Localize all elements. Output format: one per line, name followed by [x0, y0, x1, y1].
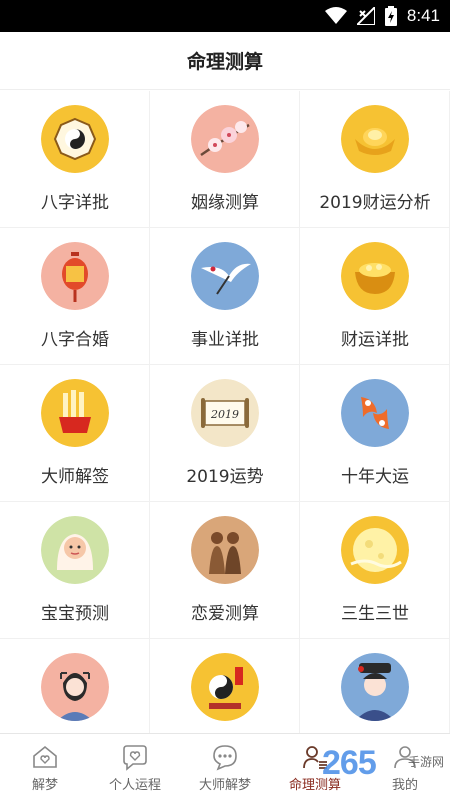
koi-fish-icon — [341, 379, 409, 447]
taiji-book-icon — [191, 653, 259, 721]
grid-item-master-oracle[interactable]: 大师解签 — [0, 365, 150, 502]
status-bar: 8:41 — [0, 0, 450, 32]
house-heart-icon — [33, 745, 57, 768]
grid-item-bazi-match[interactable]: 八字合婚 — [0, 228, 150, 365]
grid-item-career-detail[interactable]: 事业详批 — [150, 228, 300, 365]
crane-icon — [191, 242, 259, 310]
grid-item-label: 2019运势 — [186, 467, 264, 487]
tab-personal-fortune[interactable]: 个人运程 — [90, 734, 180, 799]
grid-item-marriage-reading[interactable]: 姻缘测算 — [150, 91, 300, 228]
grid-item-ten-year-fortune[interactable]: 十年大运 — [300, 365, 450, 502]
feature-grid: 八字详批 姻缘测算 2019财运分析 八字合婚 事业详批 财运详批 大师解签 2… — [0, 91, 450, 733]
site-watermark: 265 手游网 — [322, 744, 450, 794]
grid-item-label: 2019财运分析 — [319, 193, 431, 213]
grid-item-label: 八字详批 — [41, 193, 109, 213]
scroll-icon: 2019 — [191, 379, 259, 447]
moon-icon — [341, 516, 409, 584]
svg-text:2019: 2019 — [210, 408, 239, 421]
wifi-icon — [324, 7, 347, 24]
grid-item-baby-prediction[interactable]: 宝宝预测 — [0, 502, 150, 639]
watermark-number: 265 — [322, 744, 377, 782]
grid-item-label: 大师解签 — [41, 467, 109, 487]
plum-blossom-icon — [191, 105, 259, 173]
status-icons: 8:41 — [324, 0, 440, 32]
couple-icon — [191, 516, 259, 584]
gold-ingot-icon — [341, 105, 409, 173]
grid-item-fortune-2019[interactable]: 2019 2019运势 — [150, 365, 300, 502]
app-header: 命理测算 — [0, 32, 450, 90]
grid-item-label: 十年大运 — [341, 467, 409, 487]
qing-lady-icon — [341, 653, 409, 721]
watermark-site: 手游网 — [408, 755, 445, 769]
grid-item-wealth-2019[interactable]: 2019财运分析 — [300, 91, 450, 228]
tab-label: 解梦 — [31, 778, 58, 793]
grid-item-taiji[interactable] — [150, 639, 300, 733]
grid-item-face-reading[interactable] — [0, 639, 150, 733]
grid-item-qing-lady[interactable] — [300, 639, 450, 733]
battery-charging-icon — [384, 6, 397, 26]
status-time: 8:41 — [406, 6, 440, 25]
grid-item-label: 恋爱测算 — [191, 604, 259, 624]
tab-label: 大师解梦 — [198, 778, 251, 793]
tab-dream[interactable]: 解梦 — [0, 734, 90, 799]
heart-chat-icon — [123, 745, 147, 771]
page-title: 命理测算 — [186, 51, 263, 73]
bagua-icon — [41, 105, 109, 173]
grid-item-label: 姻缘测算 — [191, 193, 259, 213]
grid-item-label: 三生三世 — [341, 604, 409, 624]
grid-item-label: 事业详批 — [191, 330, 259, 350]
grid-item-love-reading[interactable]: 恋爱测算 — [150, 502, 300, 639]
treasure-bowl-icon — [341, 242, 409, 310]
grid-item-wealth-detail[interactable]: 财运详批 — [300, 228, 450, 365]
grid-item-label: 宝宝预测 — [41, 604, 109, 624]
grid-item-label: 八字合婚 — [41, 330, 109, 350]
signal-off-icon — [356, 7, 375, 25]
tab-master-dream[interactable]: 大师解梦 — [180, 734, 270, 799]
grid-item-label: 财运详批 — [341, 330, 409, 350]
chat-dots-icon — [213, 745, 237, 771]
lantern-icon — [41, 242, 109, 310]
tab-label: 个人运程 — [108, 778, 161, 793]
face-reading-icon — [41, 653, 109, 721]
fortune-sticks-icon — [41, 379, 109, 447]
grid-item-three-lives[interactable]: 三生三世 — [300, 502, 450, 639]
baby-icon — [41, 516, 109, 584]
grid-item-bazi-detail[interactable]: 八字详批 — [0, 91, 150, 228]
